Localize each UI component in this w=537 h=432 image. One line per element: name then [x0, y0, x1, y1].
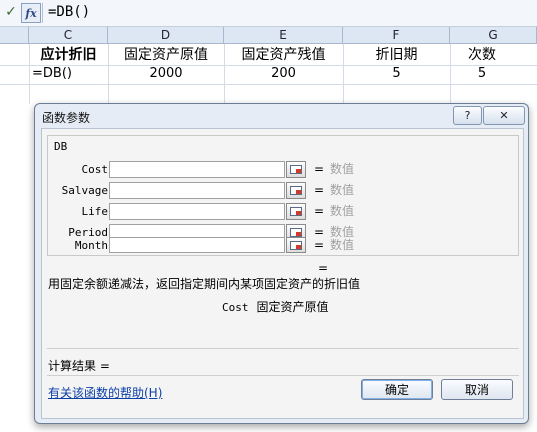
cancel-button[interactable]: 取消: [441, 379, 513, 400]
formula-input[interactable]: =DB(): [48, 4, 90, 20]
arg-equals: =: [314, 183, 325, 197]
arg-value-life: 数值: [330, 204, 355, 218]
function-description: 用固定余额递减法，返回指定期间内某项固定资产的折旧值: [48, 277, 361, 291]
divider: [47, 375, 519, 376]
arg-equals: =: [314, 162, 325, 176]
arg-value-salvage: 数值: [330, 183, 355, 197]
function-help-link[interactable]: 有关该函数的帮助(H): [48, 384, 162, 401]
dialog-body: DB Cost = 数值 Salvage = 数值 Life = 数值 Peri…: [41, 128, 524, 419]
column-header-f[interactable]: F: [343, 27, 450, 44]
cell-d1[interactable]: 固定资产原值: [108, 46, 224, 64]
cell-c1[interactable]: 应计折旧: [29, 46, 108, 64]
arg-label-life: Life: [81, 205, 109, 218]
arg-input-salvage[interactable]: [109, 182, 285, 199]
collapse-dialog-icon[interactable]: [286, 203, 306, 220]
collapse-dialog-icon[interactable]: [286, 237, 306, 253]
arg-value-month: 数值: [330, 238, 355, 252]
close-icon[interactable]: ✕: [483, 106, 525, 125]
function-arguments-dialog: 函数参数 ? ✕ DB Cost = 数值 Salvage = 数值 Life …: [34, 103, 529, 424]
checkmark-icon[interactable]: ✓: [2, 3, 20, 21]
cell-f1[interactable]: 折旧期: [343, 46, 450, 64]
dialog-title: 函数参数: [42, 111, 91, 125]
cell-c2-active[interactable]: =DB(): [29, 65, 108, 83]
arg-input-life[interactable]: [109, 203, 285, 220]
question-icon[interactable]: ?: [453, 106, 482, 125]
arg-equals: =: [314, 204, 325, 218]
column-header-d[interactable]: D: [108, 27, 224, 44]
arg-equals: =: [314, 238, 325, 252]
insert-function-button[interactable]: fx: [21, 3, 41, 23]
arg-label-month: Month: [74, 239, 108, 252]
argument-description: Cost 固定资产原值: [222, 298, 329, 315]
column-header-c[interactable]: C: [29, 27, 108, 44]
formula-result: 计算结果 =: [48, 359, 110, 373]
cell-f2[interactable]: 5: [343, 65, 450, 83]
argument-description-text: 固定资产原值: [256, 300, 329, 314]
cell-e1[interactable]: 固定资产残值: [224, 46, 343, 64]
formula-separator: [42, 3, 43, 23]
cell-g1[interactable]: 次数: [450, 46, 514, 64]
cell-g2[interactable]: 5: [450, 65, 514, 83]
arg-input-month[interactable]: [109, 237, 285, 253]
arg-input-cost[interactable]: [109, 161, 285, 178]
cell-d2[interactable]: 2000: [108, 65, 224, 83]
column-header-e[interactable]: E: [224, 27, 343, 44]
arguments-group: DB Cost = 数值 Salvage = 数值 Life = 数值 Peri…: [47, 135, 519, 256]
column-headers: C D E F G: [0, 27, 537, 44]
arg-label-salvage: Salvage: [61, 184, 108, 197]
collapse-dialog-icon[interactable]: [286, 182, 306, 199]
arg-label-cost: Cost: [81, 163, 109, 176]
divider: [47, 348, 519, 349]
formula-bar: ✓ fx =DB(): [0, 0, 537, 27]
column-header-g[interactable]: G: [450, 27, 537, 44]
ok-button[interactable]: 确定: [361, 379, 433, 400]
grid-line: [0, 84, 537, 85]
collapse-dialog-icon[interactable]: [286, 161, 306, 178]
function-name: DB: [54, 140, 68, 153]
argument-description-name: Cost: [222, 301, 249, 314]
cell-e2[interactable]: 200: [224, 65, 343, 83]
arg-value-cost: 数值: [330, 162, 355, 176]
result-equals: =: [318, 261, 329, 275]
row-header-corner[interactable]: [0, 27, 29, 44]
